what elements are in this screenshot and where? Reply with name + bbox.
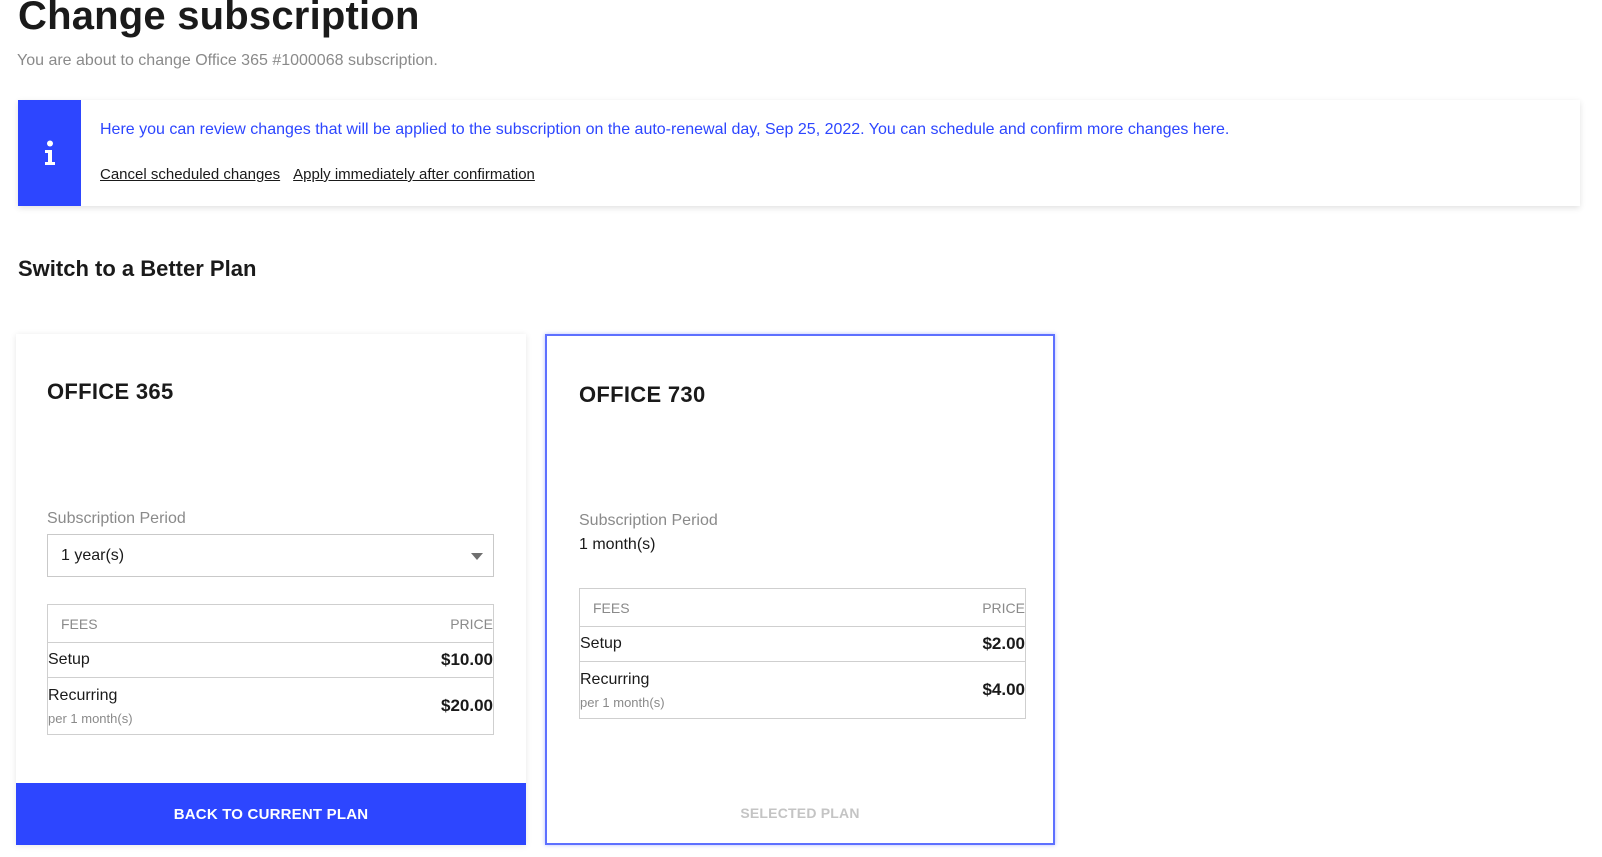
fees-table: FEES PRICE Setup $2.00 Recurring per 1 m… [579,588,1026,719]
back-to-current-plan-button[interactable]: BACK TO CURRENT PLAN [16,783,526,845]
page-subtitle: You are about to change Office 365 #1000… [17,52,438,69]
fee-period: per 1 month(s) [580,694,665,710]
subscription-period-label: Subscription Period [47,510,186,527]
cancel-scheduled-changes-link[interactable]: Cancel scheduled changes [100,166,280,183]
price-column-header: PRICE [982,599,1025,616]
fee-price: $4.00 [982,680,1025,699]
info-icon [44,140,55,165]
plan-name: OFFICE 365 [47,379,174,404]
chevron-down-icon [471,553,483,560]
subscription-period-label: Subscription Period [579,512,718,529]
price-column-header: PRICE [450,615,493,632]
notice-links: Cancel scheduled changes Apply immediate… [100,166,1229,183]
fees-column-header: FEES [593,599,630,616]
fees-table: FEES PRICE Setup $10.00 Recurring per 1 … [47,604,494,735]
notice-body: Here you can review changes that will be… [81,100,1229,206]
section-title: Switch to a Better Plan [18,256,257,281]
table-row: Recurring per 1 month(s) $4.00 [580,662,1025,718]
plan-card-office-365: OFFICE 365 Subscription Period 1 year(s)… [16,334,526,845]
page-title: Change subscription [18,0,420,38]
subscription-period-value: 1 month(s) [579,536,656,553]
fee-period: per 1 month(s) [48,710,133,726]
fee-name: Setup [48,651,90,668]
fees-table-header: FEES PRICE [48,605,493,643]
plan-card-office-730[interactable]: OFFICE 730 Subscription Period 1 month(s… [545,334,1055,845]
fee-price: $10.00 [441,650,493,669]
table-row: Setup $2.00 [580,627,1025,662]
info-notice: Here you can review changes that will be… [18,100,1580,206]
fees-column-header: FEES [61,615,98,632]
subscription-period-value: 1 year(s) [61,546,125,564]
notice-icon-bar [18,100,81,206]
notice-text: Here you can review changes that will be… [100,121,1230,138]
fee-price: $20.00 [441,696,493,715]
fee-name: Recurring [580,670,650,688]
fee-name: Setup [580,635,622,652]
selected-plan-label: SELECTED PLAN [740,805,860,821]
apply-immediately-link[interactable]: Apply immediately after confirmation [293,166,535,183]
fees-table-header: FEES PRICE [580,589,1025,627]
plan-name: OFFICE 730 [579,382,706,407]
fee-name: Recurring [48,686,118,704]
table-row: Recurring per 1 month(s) $20.00 [48,678,493,734]
fee-price: $2.00 [982,634,1025,653]
subscription-period-select[interactable]: 1 year(s) [47,534,494,577]
table-row: Setup $10.00 [48,643,493,678]
